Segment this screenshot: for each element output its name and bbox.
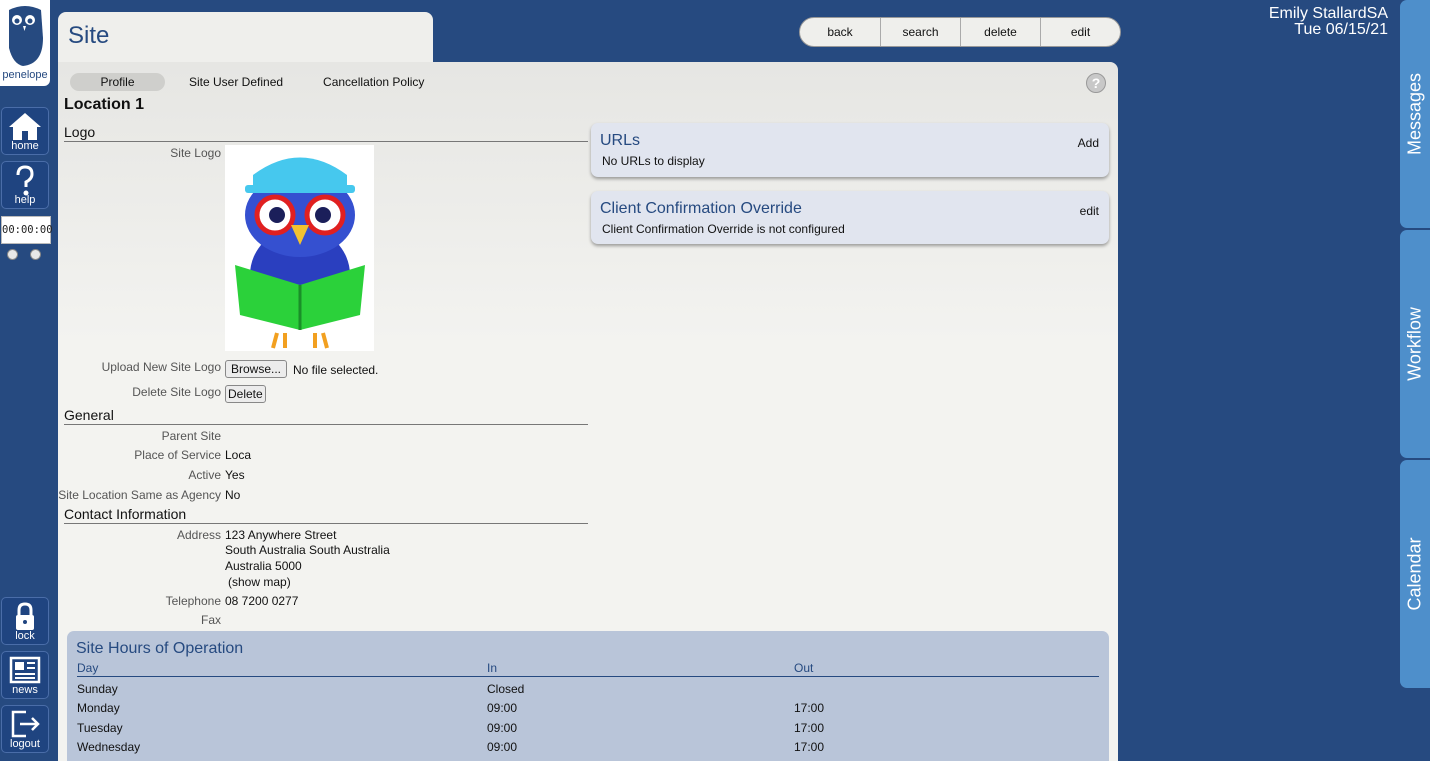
- show-map-link[interactable]: (show map): [228, 575, 291, 589]
- hours-title: Site Hours of Operation: [76, 640, 244, 657]
- hours-in: 09:00: [487, 740, 518, 754]
- site-logo-image: [225, 145, 374, 351]
- urls-title: URLs: [600, 132, 641, 149]
- site-logo-label: Site Logo: [170, 146, 221, 160]
- page-title-tab: Site: [58, 12, 433, 64]
- telephone-value: 08 7200 0277: [225, 594, 299, 608]
- profile-tabs: Profile Site User Defined Cancellation P…: [70, 73, 448, 91]
- messages-tab-label: Messages: [1404, 72, 1425, 156]
- place-of-service-value: Loca: [225, 448, 252, 462]
- lock-label: lock: [15, 630, 35, 642]
- address-label: Address: [176, 528, 221, 542]
- hours-day: Monday: [77, 701, 120, 715]
- edit-button[interactable]: edit: [1040, 18, 1120, 46]
- hours-header-row: Day In Out: [77, 661, 1099, 677]
- question-mark-icon: [16, 165, 34, 196]
- logout-icon: [11, 710, 40, 738]
- active-label: Active: [188, 468, 221, 482]
- hours-in: Closed: [487, 682, 525, 696]
- no-file-text: No file selected.: [293, 363, 379, 377]
- tab-site-user-defined[interactable]: Site User Defined: [173, 73, 299, 91]
- delete-button[interactable]: delete: [960, 18, 1040, 46]
- add-url-button[interactable]: Add: [1078, 136, 1099, 150]
- news-button[interactable]: news: [1, 651, 49, 699]
- same-as-agency-label: Site Location Same as Agency: [58, 488, 221, 502]
- home-icon: [9, 113, 41, 140]
- search-button[interactable]: search: [880, 18, 960, 46]
- owl-mascot-icon: [235, 157, 365, 349]
- tab-cancellation-policy[interactable]: Cancellation Policy: [307, 73, 440, 91]
- help-label: help: [14, 194, 36, 206]
- hours-in: 09:00: [487, 701, 518, 715]
- session-timer: 00:00:00: [1, 216, 53, 244]
- logout-label: logout: [10, 738, 40, 750]
- help-circle-icon[interactable]: ?: [1086, 73, 1106, 93]
- address-line-3: Australia 5000: [225, 559, 302, 573]
- current-date: Tue 06/15/21: [1294, 21, 1388, 38]
- hours-out: 17:00: [794, 721, 825, 735]
- back-button[interactable]: back: [800, 18, 880, 46]
- messages-tab[interactable]: Messages: [1400, 0, 1430, 228]
- penelope-logo[interactable]: penelope: [0, 0, 50, 86]
- hours-out: 17:00: [794, 701, 825, 715]
- general-section-heading: General: [64, 407, 588, 425]
- left-navigation-rail: penelope home help 00:00:00 lock news lo…: [0, 0, 53, 761]
- fax-label: Fax: [200, 613, 221, 627]
- workflow-tab-label: Workflow: [1404, 307, 1425, 381]
- site-hours-panel: Site Hours of Operation Day In Out Sunda…: [67, 631, 1109, 761]
- page-title: Site: [68, 22, 110, 49]
- hours-out: 17:00: [794, 740, 825, 754]
- override-message: Client Confirmation Override is not conf…: [602, 222, 845, 236]
- browse-button[interactable]: Browse...: [225, 360, 288, 378]
- hours-day: Tuesday: [77, 721, 123, 735]
- hours-day: Sunday: [77, 682, 118, 696]
- urls-message: No URLs to display: [602, 154, 705, 168]
- calendar-tab-label: Calendar: [1404, 537, 1425, 611]
- hours-col-out: Out: [794, 661, 814, 675]
- contact-section-heading: Contact Information: [64, 506, 588, 524]
- timer-stop-icon[interactable]: [7, 249, 18, 260]
- place-of-service-label: Place of Service: [134, 448, 221, 462]
- delete-logo-label: Delete Site Logo: [132, 385, 221, 399]
- override-title: Client Confirmation Override: [600, 200, 802, 217]
- upload-logo-label: Upload New Site Logo: [101, 360, 221, 374]
- same-as-agency-value: No: [225, 488, 241, 502]
- owl-logo-icon: [9, 6, 43, 66]
- telephone-label: Telephone: [165, 594, 221, 608]
- timer-play-icon[interactable]: [30, 249, 41, 260]
- active-value: Yes: [225, 468, 245, 482]
- hours-in: 09:00: [487, 721, 518, 735]
- edit-override-button[interactable]: edit: [1080, 204, 1099, 218]
- logo-text: penelope: [2, 69, 48, 81]
- help-button[interactable]: help: [1, 161, 49, 209]
- action-buttons: back search delete edit: [799, 17, 1121, 47]
- urls-card: URLs Add No URLs to display: [591, 123, 1109, 177]
- address-line-1: 123 Anywhere Street: [225, 528, 337, 542]
- user-name: Emily StallardSA: [1268, 5, 1388, 22]
- user-info: Emily StallardSA Tue 06/15/21: [1269, 6, 1388, 38]
- logo-section-heading: Logo: [64, 124, 588, 142]
- hours-col-in: In: [487, 661, 498, 675]
- parent-site-label: Parent Site: [161, 429, 221, 443]
- calendar-tab[interactable]: Calendar: [1400, 460, 1430, 688]
- confirmation-override-card: Client Confirmation Override edit Client…: [591, 191, 1109, 244]
- tab-profile[interactable]: Profile: [70, 73, 165, 91]
- address-line-2: South Australia South Australia: [225, 543, 390, 557]
- logout-button[interactable]: logout: [1, 705, 49, 753]
- newspaper-icon: [9, 656, 41, 684]
- hours-day: Wednesday: [77, 740, 141, 754]
- workflow-tab[interactable]: Workflow: [1400, 230, 1430, 458]
- news-label: news: [12, 684, 38, 696]
- hours-col-day: Day: [77, 661, 99, 675]
- location-title: Location 1: [64, 96, 145, 113]
- delete-logo-button[interactable]: Delete: [225, 385, 266, 403]
